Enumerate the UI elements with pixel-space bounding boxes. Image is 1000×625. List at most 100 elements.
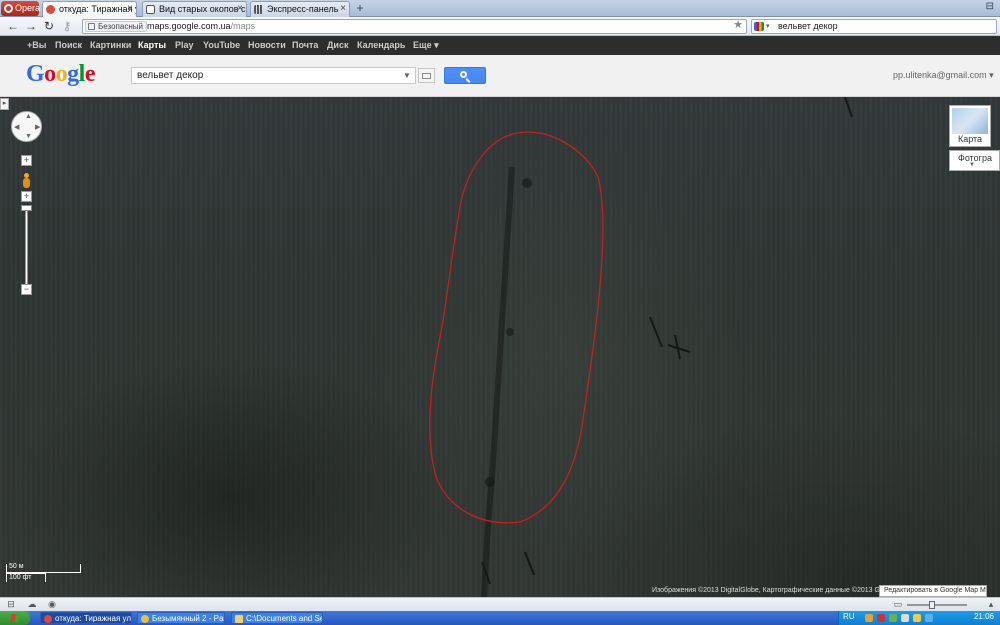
google-search-engine-icon[interactable] [754,22,764,31]
chevron-down-icon[interactable]: ▼ [403,71,411,80]
gbar-item-news[interactable]: Новости [248,40,286,50]
browser-tab-strip: Opera откуда: Тиражная ул.; ... × Вид ст… [0,0,1000,17]
chevron-down-icon[interactable]: ▾ [766,20,770,33]
scale-metric: 50 м [9,563,24,570]
taskbar-clock[interactable]: 21:06 [974,612,994,621]
crater-mark [506,328,514,336]
tray-update-icon[interactable] [913,614,921,622]
map-type-map-button[interactable]: Карта [949,105,991,147]
page-zoom-thumb[interactable] [929,601,935,609]
close-tab-icon[interactable]: × [237,2,243,16]
back-button[interactable]: ← [6,19,20,33]
opera-menu-label: Opera [15,3,41,13]
cross-page-icon [146,5,155,14]
satellite-map[interactable]: ▸ ▲ ▼ ◀ ▶ + + − Карта Фотогра ▼ 50 м 100 фт… [0,97,1000,597]
photo-type-label: Фотогра [958,153,992,163]
gbar-item-play[interactable]: Play [175,40,194,50]
pan-control[interactable]: ▲ ▼ ◀ ▶ [11,111,42,142]
gbar-item-images[interactable]: Картинки [90,40,131,50]
gbar-item-search[interactable]: Поиск [55,40,82,50]
gbar-item-drive[interactable]: Диск [327,40,348,50]
field-track [481,166,515,597]
crater-mark [485,477,495,487]
google-maps-header: Google вельвет декор ▼ pp.ulitenka@gmail… [0,55,1000,97]
key-icon[interactable]: ⚷ [60,19,74,33]
browser-search-query: вельвет декор [778,21,838,31]
speed-dial-icon [254,5,263,14]
browser-address-row: ← → ↻ ⚷ Безопасный maps.google.com.ua/ma… [0,17,1000,36]
map-maker-link[interactable]: Редактировать в Google Map Maker [879,585,987,597]
maps-search-button[interactable] [444,67,486,84]
taskbar-item-opera[interactable]: откуда: Тиражная ул... [40,612,132,624]
taskbar-item-explorer[interactable]: C:\Documents and Set... [231,612,323,624]
tray-shield-icon[interactable] [877,614,885,622]
opera-logo-icon [4,4,13,13]
maps-search-input[interactable]: вельвет декор [131,67,416,84]
zoom-out-button[interactable]: − [21,284,32,295]
tray-info-icon[interactable] [925,614,933,622]
tray-app-icon[interactable] [865,614,873,622]
address-bar[interactable]: Безопасный maps.google.com.ua/maps ★ [82,19,747,34]
close-tab-icon[interactable]: × [340,2,346,16]
tray-network-icon[interactable] [889,614,897,622]
gbar-item-more[interactable]: Еще ▾ [413,40,439,51]
google-nav-bar: +Вы Поиск Картинки Карты Play YouTube Но… [0,37,1000,55]
system-tray: RU 21:06 [838,611,1000,625]
zoom-in-button[interactable]: + [21,155,32,166]
new-tab-button[interactable]: + [353,2,367,15]
user-account[interactable]: pp.ulitenka@gmail.com ▾ [893,70,994,81]
paint-icon [141,615,149,623]
map-overlay [429,97,853,597]
close-tab-icon[interactable]: × [127,2,133,16]
zoom-in-small-button[interactable]: + [21,191,32,202]
browser-tab-2[interactable]: Вид старых окопов со с... × [142,1,247,17]
gbar-item-youtube[interactable]: YouTube [203,40,240,50]
gbar-item-calendar[interactable]: Календарь [357,40,405,50]
gbar-item-maps[interactable]: Карты [138,40,166,50]
expand-panel-icon[interactable]: ▸ [0,98,9,110]
cloud-icon[interactable]: ☁ [27,600,37,609]
map-thumbnail [952,108,988,134]
zoom-menu-icon[interactable]: ▴ [986,600,996,609]
start-button[interactable] [0,611,30,625]
keyboard-icon[interactable] [418,68,435,83]
opera-menu-button[interactable]: Opera [1,1,41,16]
gbar-item-plus-you[interactable]: +Вы [27,40,46,50]
windows-logo-icon [10,614,20,622]
page-zoom-slider[interactable] [907,604,967,606]
opera-icon [44,615,52,623]
trench-mark [649,316,691,360]
pegman-icon[interactable] [21,173,32,189]
map-type-photo-button[interactable]: Фотогра ▼ [949,150,1000,171]
tab-title: Вид старых окопов со с... [159,4,246,14]
taskbar-item-label: Безымянный 2 - Paint [152,614,225,623]
browser-tab-1[interactable]: откуда: Тиражная ул.; ... × [42,1,137,17]
browser-status-bar: ⊟ ☁ ◉ ▭ ▴ [0,597,1000,611]
panel-toggle-icon[interactable]: ⊟ [6,600,16,609]
browser-tab-3[interactable]: Экспресс-панель × [250,1,350,17]
secure-label: Безопасный [98,22,143,31]
maps-search-query: вельвет декор [137,70,204,81]
gbar-item-mail[interactable]: Почта [292,40,318,50]
browser-search-box[interactable]: ▾ вельвет декор [751,19,997,34]
tray-volume-icon[interactable] [901,614,909,622]
tab-title: Экспресс-панель [267,4,339,14]
secure-badge[interactable]: Безопасный [85,21,147,32]
trench-mark [844,97,853,118]
address-url: maps.google.com.ua/maps [147,21,256,31]
reload-button[interactable]: ↻ [42,19,56,33]
view-icon[interactable]: ▭ [893,600,903,609]
zoom-slider-track[interactable] [25,207,28,287]
taskbar-item-paint[interactable]: Безымянный 2 - Paint [137,612,225,624]
bookmark-star-icon[interactable]: ★ [733,19,743,32]
tab-list-icon[interactable]: ⊟ [986,1,994,12]
language-indicator[interactable]: RU [843,612,855,621]
google-logo[interactable]: Google [26,61,96,88]
windows-taskbar: откуда: Тиражная ул... Безымянный 2 - Pa… [0,611,1000,625]
zoom-slider-thumb[interactable] [21,205,32,211]
map-type-label: Карта [957,134,983,144]
red-annotation-loop [429,131,604,524]
turbo-icon[interactable]: ◉ [47,600,57,609]
forward-button[interactable]: → [24,19,38,33]
scale-imperial: 100 фт [9,574,32,581]
